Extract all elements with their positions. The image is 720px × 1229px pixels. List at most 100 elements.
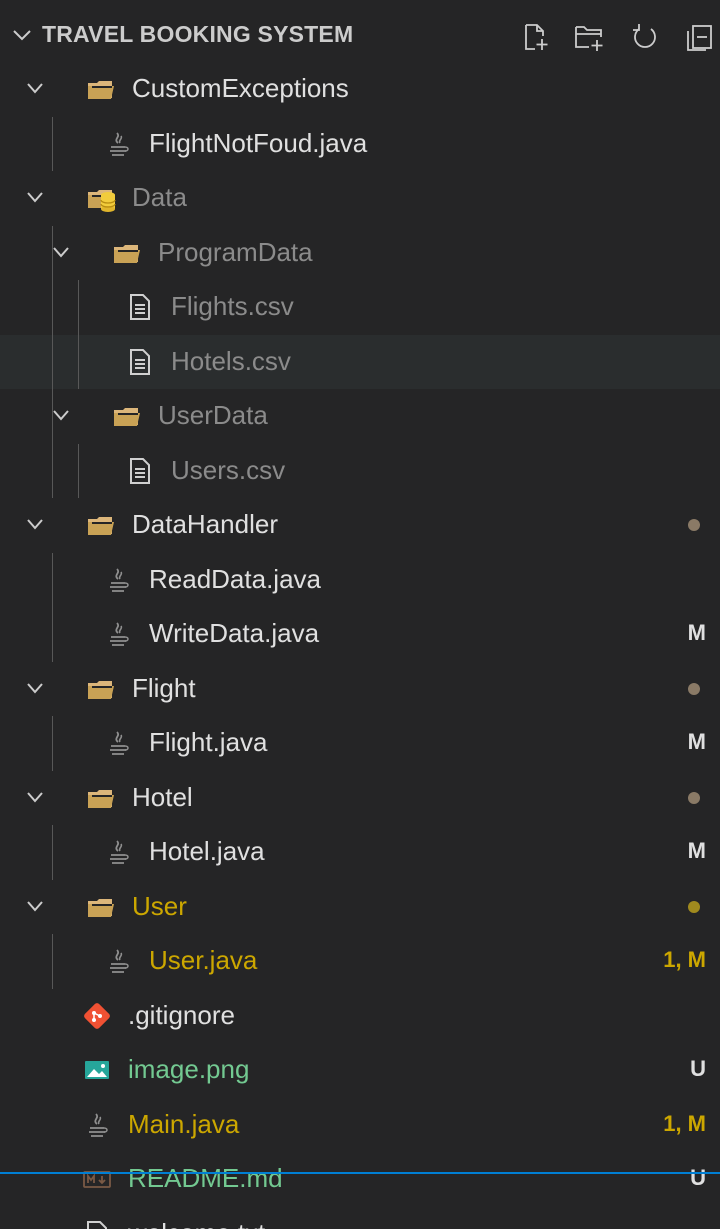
folder-open-icon xyxy=(114,244,140,263)
text-file-icon xyxy=(130,348,150,375)
tree-item-label: Hotels.csv xyxy=(171,345,291,376)
chevron-down-icon[interactable] xyxy=(26,82,44,94)
tree-item-label: User.java xyxy=(149,945,258,975)
java-icon xyxy=(110,731,129,755)
indent-guide xyxy=(78,443,79,498)
indent-guide xyxy=(52,225,53,498)
tree-item-image-png[interactable]: image.png U xyxy=(0,1043,720,1097)
text-file-icon xyxy=(130,294,150,320)
tree-item-label: Users.csv xyxy=(171,454,286,485)
tree-item-programdata[interactable]: ProgramData xyxy=(0,226,720,280)
chevron-down-icon[interactable] xyxy=(52,409,70,421)
tree-item-label: ProgramData xyxy=(158,236,313,267)
tree-item-userdata[interactable]: UserData xyxy=(0,389,720,443)
chevron-down-icon[interactable] xyxy=(12,28,32,42)
indent-guide xyxy=(52,934,53,989)
focus-indicator xyxy=(0,1172,720,1174)
tree-item-main-java[interactable]: Main.java 1, M xyxy=(0,1098,720,1152)
tree-item-customexceptions[interactable]: CustomExceptions xyxy=(0,62,720,116)
tree-item-label: UserData xyxy=(158,400,268,430)
folder-open-icon xyxy=(114,408,140,426)
tree-item-label: ReadData.java xyxy=(149,563,321,594)
tree-item-label: Flight.java xyxy=(149,727,268,757)
indent-guide xyxy=(52,825,53,880)
git-status-badge: 1, M xyxy=(663,1110,706,1136)
java-icon xyxy=(110,840,129,864)
tree-item-user-java[interactable]: User.java 1, M xyxy=(0,934,720,988)
tree-item-label: Hotel.java xyxy=(149,836,265,866)
git-status-badge: 1, M xyxy=(663,947,706,972)
git-status-badge: M xyxy=(687,620,706,645)
java-icon xyxy=(110,949,129,973)
java-icon xyxy=(110,622,129,646)
tree-item-flight-java[interactable]: Flight.java M xyxy=(0,716,720,770)
tree-item-user[interactable]: User xyxy=(0,880,720,934)
tree-item-label: Main.java xyxy=(128,1108,240,1139)
markdown-icon xyxy=(83,1171,111,1188)
modified-dot xyxy=(688,519,700,531)
tree-item-label: image.png xyxy=(128,1054,250,1084)
explorer-section-header[interactable]: TRAVEL BOOKING SYSTEM xyxy=(0,6,720,62)
java-icon xyxy=(89,1112,108,1137)
git-status-badge: M xyxy=(687,729,706,754)
chevron-down-icon[interactable] xyxy=(26,791,44,803)
tree-item-flightnotfoud-java[interactable]: FlightNotFoud.java xyxy=(0,117,720,171)
tree-item-flight[interactable]: Flight xyxy=(0,662,720,716)
folder-open-icon xyxy=(88,81,114,99)
image-icon xyxy=(85,1061,109,1079)
indent-guide xyxy=(78,280,79,389)
chevron-down-icon[interactable] xyxy=(52,246,70,258)
java-icon xyxy=(110,567,129,592)
new-folder-button[interactable] xyxy=(568,16,610,58)
collapse-all-button[interactable] xyxy=(678,16,720,58)
tree-item-flights-csv[interactable]: Flights.csv xyxy=(0,280,720,334)
git-status-badge: U xyxy=(690,1056,706,1081)
file-explorer: TRAVEL BOOKING SYSTEM CustomExceptions F… xyxy=(0,0,720,1229)
chevron-down-icon[interactable] xyxy=(26,191,44,203)
tree-item-readme-md[interactable]: README.md U xyxy=(0,1152,720,1206)
chevron-down-icon[interactable] xyxy=(26,682,44,694)
tree-item-label: CustomExceptions xyxy=(132,73,349,103)
workspace-title: TRAVEL BOOKING SYSTEM xyxy=(42,21,354,47)
git-status-badge: U xyxy=(690,1165,706,1190)
new-file-icon xyxy=(525,24,548,50)
refresh-icon xyxy=(633,24,656,48)
indent-guide xyxy=(52,116,53,171)
java-icon xyxy=(110,131,129,156)
tree-item-hotels-csv[interactable]: Hotels.csv xyxy=(0,334,720,389)
refresh-button[interactable] xyxy=(624,16,666,58)
tree-item-label: Hotel xyxy=(132,781,193,812)
tree-item-gitignore[interactable]: .gitignore xyxy=(0,989,720,1043)
chevron-down-icon[interactable] xyxy=(26,900,44,912)
database-folder-icon xyxy=(88,190,116,212)
folder-open-icon xyxy=(88,898,114,917)
tree-item-label: FlightNotFoud.java xyxy=(149,127,368,158)
collapse-all-icon xyxy=(687,25,712,51)
tree-item-welcome-txt[interactable]: welcome.txt xyxy=(0,1207,720,1229)
tree-item-label: .gitignore xyxy=(128,999,235,1030)
modified-dot xyxy=(688,791,700,804)
tree-item-label: DataHandler xyxy=(132,509,278,539)
text-file-icon xyxy=(130,457,150,484)
tree-item-label: README.md xyxy=(128,1163,283,1193)
new-file-button[interactable] xyxy=(514,16,556,58)
tree-item-label: welcome.txt xyxy=(128,1218,265,1229)
tree-item-data[interactable]: Data xyxy=(0,171,720,225)
folder-open-icon xyxy=(88,680,114,699)
tree-item-label: Data xyxy=(132,182,187,212)
git-status-badge: M xyxy=(687,838,706,863)
new-folder-icon xyxy=(575,26,603,51)
tree-item-hotel-java[interactable]: Hotel.java M xyxy=(0,825,720,879)
tree-item-datahandler[interactable]: DataHandler xyxy=(0,498,720,552)
indent-guide xyxy=(52,552,53,662)
tree-item-label: User xyxy=(132,890,187,921)
tree-item-hotel[interactable]: Hotel xyxy=(0,771,720,825)
tree-item-label: Flight xyxy=(132,672,196,703)
folder-open-icon xyxy=(88,789,114,808)
git-icon xyxy=(84,1002,110,1029)
chevron-down-icon[interactable] xyxy=(26,518,44,530)
tree-item-users-csv[interactable]: Users.csv xyxy=(0,444,720,498)
indent-guide xyxy=(52,716,53,771)
tree-item-readdata-java[interactable]: ReadData.java xyxy=(0,553,720,607)
tree-item-writedata-java[interactable]: WriteData.java M xyxy=(0,607,720,661)
